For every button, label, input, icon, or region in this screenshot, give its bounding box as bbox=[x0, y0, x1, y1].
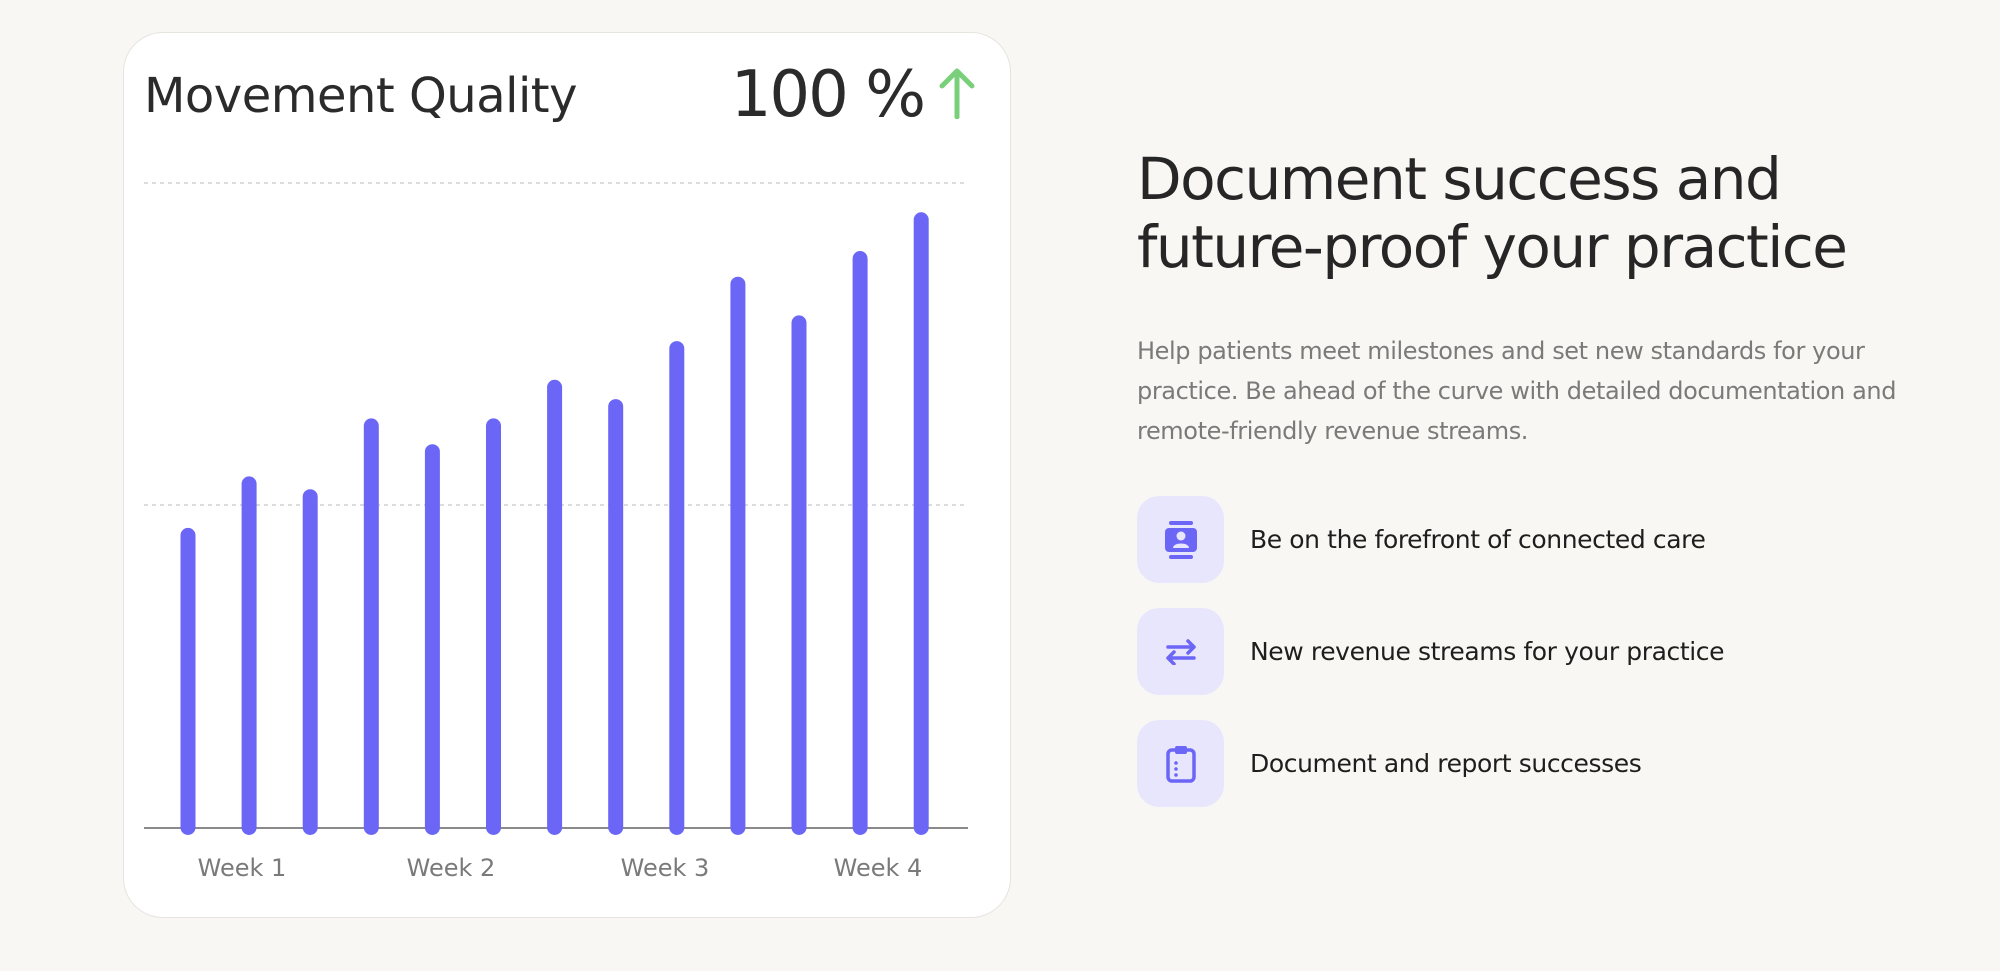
content-section: Document success and future-proof your p… bbox=[1137, 145, 1957, 832]
bar-4 bbox=[363, 418, 379, 835]
bar-12 bbox=[852, 251, 868, 835]
x-axis-labels: Week 1 Week 2 Week 3 Week 4 bbox=[198, 854, 923, 882]
bar-11 bbox=[791, 315, 807, 835]
bar-2 bbox=[241, 476, 257, 835]
feature-item-revenue-streams: New revenue streams for your practice bbox=[1137, 608, 1957, 695]
x-tick-label: Week 3 bbox=[621, 854, 710, 882]
bar-10 bbox=[730, 276, 746, 835]
movement-quality-card: Movement Quality 100 % Week 1 Week 2 Week … bbox=[123, 32, 1011, 918]
x-tick-label: Week 4 bbox=[834, 854, 923, 882]
bar-1 bbox=[180, 527, 196, 835]
feature-list: Be on the forefront of connected care Ne… bbox=[1137, 496, 1957, 807]
bar-6 bbox=[486, 418, 501, 835]
bar-8 bbox=[608, 399, 624, 835]
feature-label: Be on the forefront of connected care bbox=[1250, 525, 1706, 554]
bar-9 bbox=[669, 341, 685, 835]
feature-item-document-successes: Document and report successes bbox=[1137, 720, 1957, 807]
headline-line-2: future-proof your practice bbox=[1137, 213, 1848, 281]
description: Help patients meet milestones and set ne… bbox=[1137, 337, 1897, 445]
bar-13 bbox=[913, 212, 929, 836]
bar-5 bbox=[424, 444, 440, 835]
x-tick-label: Week 1 bbox=[198, 854, 287, 882]
bar-3 bbox=[302, 489, 318, 835]
bar-7 bbox=[547, 379, 563, 835]
transfer-arrows-icon bbox=[1137, 608, 1224, 695]
feature-label: New revenue streams for your practice bbox=[1250, 637, 1725, 666]
bar-chart: Week 1 Week 2 Week 3 Week 4 bbox=[144, 182, 968, 882]
feature-item-connected-care: Be on the forefront of connected care bbox=[1137, 496, 1957, 583]
bars-group bbox=[180, 212, 929, 836]
clipboard-icon bbox=[1137, 720, 1224, 807]
headline-line-1: Document success and bbox=[1137, 145, 1782, 213]
headline: Document success and future-proof your p… bbox=[1137, 145, 1957, 281]
contact-card-icon bbox=[1137, 496, 1224, 583]
x-tick-label: Week 2 bbox=[407, 854, 496, 882]
feature-label: Document and report successes bbox=[1250, 749, 1642, 778]
